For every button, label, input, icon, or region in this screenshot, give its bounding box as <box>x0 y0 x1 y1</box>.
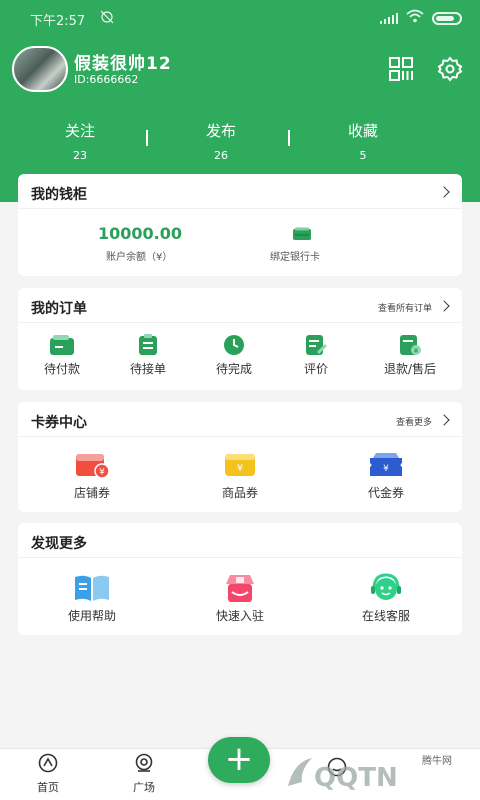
tab-plaza[interactable]: 广场 <box>124 753 164 795</box>
order-pending-accept[interactable]: 待接单 <box>116 334 180 377</box>
order-pending-complete[interactable]: 待完成 <box>202 334 266 377</box>
stat-following[interactable]: 关注 23 <box>20 120 140 162</box>
order-refund[interactable]: ¥ 退款/售后 <box>368 334 452 377</box>
chevron-right-icon[interactable] <box>438 186 450 198</box>
stat-label: 收藏 <box>347 122 378 140</box>
store-coupon-icon: ¥ <box>73 454 111 484</box>
divider <box>18 208 462 209</box>
alarm-icon <box>100 10 114 28</box>
tab-label: 广场 <box>133 781 155 794</box>
discover-label: 使用帮助 <box>67 609 116 623</box>
battery-icon <box>432 11 462 25</box>
user-id: ID:6666662 <box>74 73 139 86</box>
status-time: 下午2:57 <box>30 14 86 29</box>
edit-review-icon <box>304 335 328 360</box>
order-pending-payment[interactable]: 待付款 <box>30 334 94 377</box>
avatar[interactable] <box>12 46 68 92</box>
wallet-balance-label: 账户余额（¥） <box>106 252 173 263</box>
wallet-icon <box>49 335 75 360</box>
signal-icon <box>380 12 398 24</box>
coupon-voucher[interactable]: ¥ 代金券 <box>344 450 428 501</box>
svg-text:¥: ¥ <box>414 347 419 355</box>
plaza-icon <box>133 753 155 777</box>
coupon-label: 店铺券 <box>73 486 110 500</box>
coupon-label: 代金券 <box>367 486 404 500</box>
clipboard-icon <box>136 334 160 360</box>
wallet-balance: 10000.00 <box>98 224 183 243</box>
order-item-label: 评价 <box>303 362 328 376</box>
stat-label: 关注 <box>64 122 95 140</box>
coupon-product[interactable]: ¥ 商品券 <box>198 450 282 501</box>
view-more-coupons-link[interactable]: 查看更多 <box>396 415 432 428</box>
orders-title: 我的订单 <box>31 301 87 317</box>
stats-row: 关注 23 发布 26 收藏 5 <box>0 118 480 164</box>
stat-label: 发布 <box>205 122 236 140</box>
discover-online-service[interactable]: 在线客服 <box>344 573 428 624</box>
status-bar: 下午2:57 <box>0 0 480 36</box>
stat-divider <box>146 130 148 146</box>
bind-bank-card-label[interactable]: 绑定银行卡 <box>270 248 320 263</box>
tab-home[interactable]: 首页 <box>28 753 68 795</box>
chevron-right-icon[interactable] <box>438 300 450 312</box>
publish-plus-button[interactable]: + <box>208 737 270 783</box>
order-item-label: 待完成 <box>215 362 252 376</box>
svg-text:¥: ¥ <box>99 468 105 478</box>
order-item-label: 待付款 <box>43 362 80 376</box>
order-review[interactable]: 评价 <box>284 334 348 377</box>
stat-favorites[interactable]: 收藏 5 <box>303 120 423 162</box>
home-icon <box>37 753 59 777</box>
stat-posts[interactable]: 发布 26 <box>161 120 281 162</box>
wallet-title: 我的钱柜 <box>31 187 87 203</box>
order-item-label: 待接单 <box>129 362 166 376</box>
username: 假装很帅12 <box>74 54 172 74</box>
watermark-logo-text: QQTN <box>314 763 398 793</box>
wifi-icon <box>406 9 424 27</box>
discover-quick-join[interactable]: 快速入驻 <box>198 573 282 624</box>
stat-value: 26 <box>214 149 228 162</box>
stat-value: 5 <box>359 149 367 162</box>
refund-icon: ¥ <box>398 335 422 360</box>
discover-help[interactable]: 使用帮助 <box>50 573 134 624</box>
coupon-store[interactable]: ¥ 店铺券 <box>50 450 134 501</box>
divider <box>18 322 462 323</box>
help-book-icon <box>72 575 112 607</box>
shop-icon <box>220 575 260 607</box>
svg-text:¥: ¥ <box>237 463 243 474</box>
chevron-right-icon[interactable] <box>438 414 450 426</box>
bank-card-icon[interactable] <box>292 226 312 245</box>
order-item-label: 退款/售后 <box>383 362 437 376</box>
customer-service-icon <box>366 573 406 607</box>
divider <box>18 436 462 437</box>
discover-title: 发现更多 <box>31 536 87 552</box>
discover-card: 发现更多 使用帮助 快速入驻 在线客服 <box>18 523 462 635</box>
coupons-card: 卡券中心 查看更多 ¥ 店铺券 ¥ 商品券 ¥ 代金券 <box>18 402 462 512</box>
discover-label: 在线客服 <box>361 609 410 623</box>
clock-icon <box>222 335 246 360</box>
orders-card: 我的订单 查看所有订单 待付款 待接单 待完成 评价 ¥ 退款/售后 <box>18 288 462 390</box>
tab-label: 首页 <box>37 781 59 794</box>
coupon-label: 商品券 <box>221 486 258 500</box>
qr-code-icon[interactable] <box>388 56 414 82</box>
discover-label: 快速入驻 <box>215 609 264 623</box>
stat-value: 23 <box>73 149 87 162</box>
stat-divider <box>288 130 290 146</box>
divider <box>18 557 462 558</box>
view-all-orders-link[interactable]: 查看所有订单 <box>378 301 432 314</box>
settings-gear-icon[interactable] <box>437 56 463 82</box>
wallet-card: 我的钱柜 10000.00 账户余额（¥） 绑定银行卡 <box>18 174 462 276</box>
voucher-icon: ¥ <box>366 453 406 484</box>
watermark-site-name: 腾牛网 <box>422 756 452 767</box>
svg-text:¥: ¥ <box>383 464 389 474</box>
product-coupon-icon: ¥ <box>221 454 259 484</box>
coupons-title: 卡券中心 <box>31 415 87 431</box>
